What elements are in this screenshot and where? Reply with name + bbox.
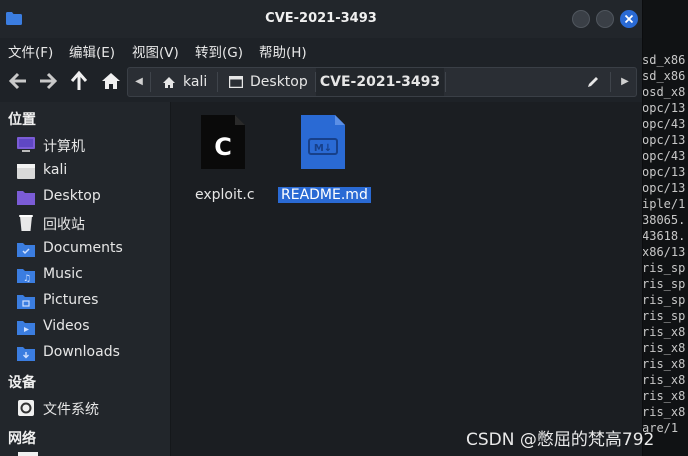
home-icon (163, 77, 175, 88)
menu-bar: 文件(F) 编辑(E) 视图(V) 转到(G) 帮助(H) (0, 38, 642, 62)
terminal-line: sd_x86 (642, 69, 686, 83)
menu-file[interactable]: 文件(F) (8, 41, 53, 61)
sidebar-item-label: Downloads (43, 344, 120, 360)
terminal-line: iple/1 (642, 197, 686, 211)
documents-folder-icon (17, 243, 35, 257)
file-item-exploit-c[interactable]: C exploit.c (189, 112, 259, 203)
sidebar-item-label: Pictures (43, 292, 99, 308)
forward-arrow-icon[interactable] (37, 70, 59, 92)
menu-help[interactable]: 帮助(H) (259, 41, 307, 61)
background-terminal: sd_x86 sd_x86 osd_x8 opc/13 opc/43 opc/13 opc/… (640, 0, 688, 456)
downloads-folder-icon (17, 347, 35, 361)
location-bar: ◀ kali Desktop CVE-2021-3493 ▶ (127, 67, 637, 97)
terminal-line: opc/43 (642, 117, 686, 131)
svg-text:C: C (214, 133, 232, 161)
svg-text:♫: ♫ (23, 274, 31, 284)
edit-path-pencil-icon[interactable] (586, 75, 600, 89)
terminal-line: ris_x8 (642, 389, 686, 403)
filesystem-icon (18, 400, 34, 416)
sidebar-item-videos[interactable]: Videos (0, 314, 170, 340)
svg-text:M↓: M↓ (314, 143, 332, 154)
sidebar-item-music[interactable]: ♫ Music (0, 262, 170, 288)
terminal-line: ris_sp (642, 261, 686, 275)
window-title: CVE-2021-3493 (265, 11, 377, 26)
terminal-line: opc/13 (642, 181, 686, 195)
desktop-folder-icon (17, 191, 35, 205)
sidebar-item-downloads[interactable]: Downloads (0, 340, 170, 366)
terminal-line: ris_x8 (642, 373, 686, 387)
network-header: 网络 (8, 431, 36, 447)
trash-icon (19, 215, 33, 231)
terminal-line: ris_x8 (642, 357, 686, 371)
sidebar-item-documents[interactable]: Documents (0, 236, 170, 262)
terminal-line: ris_sp (642, 293, 686, 307)
minimize-button[interactable] (572, 10, 590, 28)
file-name: exploit.c (195, 187, 255, 203)
terminal-line: opc/13 (642, 101, 686, 115)
sidebar-item-pictures[interactable]: Pictures (0, 288, 170, 314)
music-folder-icon: ♫ (17, 269, 35, 284)
sidebar-item-desktop[interactable]: Desktop (0, 184, 170, 210)
home-icon[interactable] (100, 70, 122, 92)
file-name: README.md (278, 187, 371, 203)
sidebar-item-computer[interactable]: 计算机 (0, 132, 170, 158)
places-header: 位置 (8, 112, 36, 128)
sidebar-item-label: 文件系统 (43, 402, 99, 418)
desktop-icon (229, 76, 243, 88)
terminal-line: ris_sp (642, 277, 686, 291)
terminal-line: opc/13 (642, 165, 686, 179)
terminal-line: sd_x86 (642, 53, 686, 67)
sidebar-item-label: Documents (43, 240, 123, 256)
markdown-file-icon: M↓ (301, 115, 345, 169)
c-source-file-icon: C (201, 115, 245, 169)
maximize-button[interactable] (596, 10, 614, 28)
sidebar-item-label: kali (43, 162, 68, 178)
home-folder-icon (17, 164, 35, 179)
terminal-line: ris_x8 (642, 325, 686, 339)
up-arrow-icon[interactable] (68, 70, 90, 92)
close-button[interactable] (620, 10, 638, 28)
sidebar-item-trash[interactable]: 回收站 (0, 210, 170, 236)
crumb-current[interactable]: CVE-2021-3493 (316, 68, 444, 96)
terminal-line: opc/13 (642, 133, 686, 147)
terminal-line: ris_x8 (642, 341, 686, 355)
terminal-line: 43618. (642, 229, 686, 243)
crumb-label: kali (183, 74, 208, 90)
file-item-readme-md[interactable]: M↓ README.md (277, 112, 371, 203)
terminal-line: ris_x8 (642, 405, 686, 419)
sidebar-item-label: 计算机 (43, 139, 85, 155)
sidebar-item-label: 回收站 (43, 217, 85, 233)
network-item-icon (18, 452, 38, 456)
sidebar-item-kali[interactable]: kali (0, 158, 170, 184)
title-bar[interactable]: CVE-2021-3493 (0, 0, 642, 39)
menu-go[interactable]: 转到(G) (195, 41, 243, 61)
sidebar-item-label: Videos (43, 318, 90, 334)
crumb-kali[interactable]: kali (152, 68, 216, 96)
terminal-line: osd_x8 (642, 85, 686, 99)
devices-header: 设备 (8, 375, 36, 391)
back-arrow-icon[interactable] (7, 70, 29, 92)
sidebar: 位置 计算机 kali Desktop 回收站 Documents ♫ Musi… (0, 102, 171, 456)
videos-folder-icon (17, 321, 35, 335)
menu-edit[interactable]: 编辑(E) (69, 41, 115, 61)
terminal-line: ris_sp (642, 309, 686, 323)
path-scroll-left-icon[interactable]: ◀ (130, 68, 148, 96)
crumb-desktop[interactable]: Desktop (218, 68, 315, 96)
sidebar-item-label: Desktop (43, 188, 101, 204)
file-view[interactable]: C exploit.c M↓ README.md (171, 102, 642, 456)
terminal-line: opc/43 (642, 149, 686, 163)
terminal-line: x86/13 (642, 245, 686, 259)
pictures-folder-icon (17, 295, 35, 309)
computer-icon (17, 137, 35, 152)
close-icon (624, 14, 634, 24)
file-manager-window: CVE-2021-3493 文件(F) 编辑(E) 视图(V) 转到(G) 帮助… (0, 0, 643, 456)
menu-view[interactable]: 视图(V) (132, 41, 179, 61)
crumb-label: Desktop (250, 74, 308, 90)
csdn-watermark: CSDN @憋屈的梵高792 (466, 430, 655, 450)
sidebar-item-filesystem[interactable]: 文件系统 (0, 395, 170, 421)
terminal-line: 38065. (642, 213, 686, 227)
sidebar-item-label: Music (43, 266, 83, 282)
path-scroll-right-icon[interactable]: ▶ (616, 68, 634, 96)
